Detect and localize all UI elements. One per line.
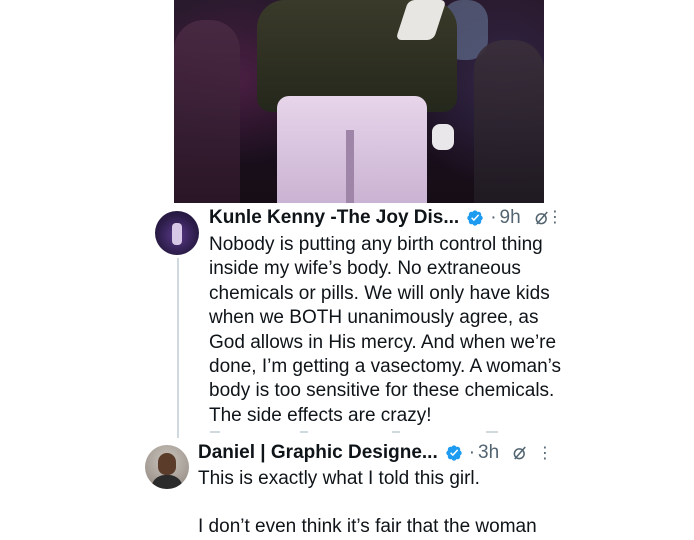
avatar[interactable] [145, 445, 189, 489]
verified-badge-icon [467, 210, 483, 226]
tweet-photo[interactable] [174, 0, 544, 203]
tweet-text: Nobody is putting any birth control thin… [209, 234, 562, 426]
timestamp[interactable]: 9h [500, 207, 521, 229]
hidden-action-row [202, 431, 542, 433]
more-icon[interactable]: ⋮ [537, 443, 553, 463]
separator-dot: · [468, 442, 476, 463]
photo-crowd-right [474, 40, 544, 203]
photo-crowd-left [174, 20, 240, 203]
tweet-text: This is exactly what I told this girl. I… [198, 467, 558, 540]
photo-pants-seam [346, 130, 354, 203]
grok-icon[interactable] [511, 444, 529, 462]
tweet-text-line: I don’t even think it’s fair that the wo… [198, 516, 537, 538]
avatar[interactable] [155, 211, 199, 255]
thread-connector-line [177, 258, 179, 438]
photo-performer-hand [432, 124, 454, 150]
author-name[interactable]: Kunle Kenny -The Joy Dis... [209, 207, 459, 229]
tweet-header: Daniel | Graphic Designe... · 3h [198, 442, 529, 464]
tweet-text-line: This is exactly what I told this girl. [198, 468, 480, 489]
verified-badge-icon [446, 445, 462, 461]
more-icon[interactable]: ⋮ [547, 207, 563, 227]
timestamp[interactable]: 3h [478, 442, 499, 464]
separator-dot: · [490, 207, 497, 228]
author-name[interactable]: Daniel | Graphic Designe... [198, 442, 438, 464]
tweet-header: Kunle Kenny -The Joy Dis... · 9h [209, 207, 551, 229]
